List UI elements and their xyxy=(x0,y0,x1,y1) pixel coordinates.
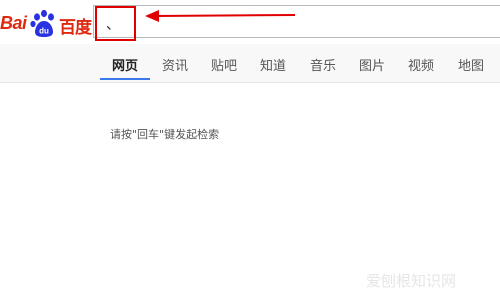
annotation-highlight-box xyxy=(95,6,136,41)
logo-text-chinese: 百度 xyxy=(59,18,92,38)
paw-icon: du xyxy=(30,9,54,37)
tab-news[interactable]: 资讯 xyxy=(162,55,188,74)
search-hint-text: 请按"回车"键发起检索 xyxy=(110,128,220,141)
search-tabs-bar: 网页 资讯 贴吧 知道 音乐 图片 视频 地图 xyxy=(0,44,500,83)
tab-map[interactable]: 地图 xyxy=(458,55,484,74)
tab-music[interactable]: 音乐 xyxy=(310,55,336,74)
tab-images[interactable]: 图片 xyxy=(359,55,385,74)
annotation-arrow-icon xyxy=(145,10,296,22)
active-tab-indicator xyxy=(100,78,150,80)
watermark: 爱刨根知识网 xyxy=(366,272,457,290)
tab-video[interactable]: 视频 xyxy=(408,55,434,74)
tab-tieba[interactable]: 贴吧 xyxy=(211,55,237,74)
tab-web[interactable]: 网页 xyxy=(112,55,138,74)
baidu-logo[interactable]: Bai du 百度 xyxy=(0,9,92,39)
tab-zhidao[interactable]: 知道 xyxy=(260,55,286,74)
logo-text-latin: Bai xyxy=(0,13,27,33)
paw-text: du xyxy=(39,27,49,36)
